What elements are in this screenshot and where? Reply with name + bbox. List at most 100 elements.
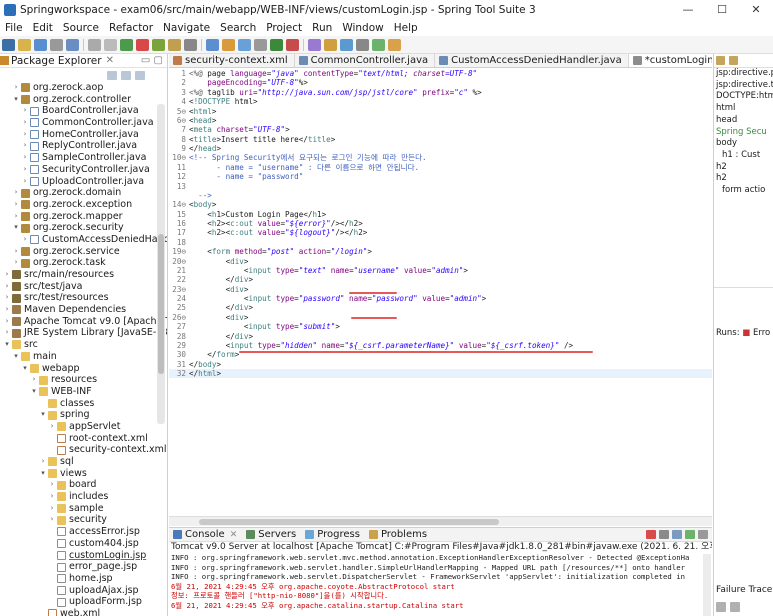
- code-line[interactable]: 4 <!DOCTYPE html>: [169, 97, 712, 106]
- toolbar-button-icon[interactable]: [152, 38, 165, 51]
- expanded-chevron-icon[interactable]: ▾: [3, 339, 11, 351]
- tree-item[interactable]: root-context.xml: [0, 433, 167, 445]
- menu-source[interactable]: Source: [58, 22, 104, 34]
- expanded-chevron-icon[interactable]: ▾: [39, 468, 47, 480]
- code-line[interactable]: 15 <h1>Custom Login Page</h1>: [169, 210, 712, 219]
- collapsed-chevron-icon[interactable]: ›: [48, 491, 56, 503]
- close-icon[interactable]: ✕: [230, 530, 238, 540]
- tree-item[interactable]: › src/main/resources: [0, 269, 167, 281]
- scroll-lock-icon[interactable]: [672, 530, 682, 539]
- code-line[interactable]: 21 <input type="text" name="username" va…: [169, 266, 712, 275]
- tree-item[interactable]: › board: [0, 479, 167, 491]
- code-line[interactable]: 8 <title>Insert title here</title>: [169, 135, 712, 144]
- expanded-chevron-icon[interactable]: ▾: [12, 222, 20, 234]
- outline-item[interactable]: jsp:directive.pa: [714, 68, 773, 80]
- package-explorer-title[interactable]: Package Explorer: [11, 55, 102, 67]
- code-line[interactable]: 10⊖ <!-- Spring Security에서 요구되는 로그인 기능에 따…: [169, 153, 712, 162]
- outline-item[interactable]: DOCTYPE:html: [714, 91, 773, 103]
- toolbar-button-icon[interactable]: [50, 38, 63, 51]
- editor-tab[interactable]: security-context.xml: [169, 54, 295, 67]
- tree-item[interactable]: accessError.jsp: [0, 526, 167, 538]
- collapsed-chevron-icon[interactable]: ›: [21, 140, 29, 152]
- menu-search[interactable]: Search: [215, 22, 261, 34]
- code-line[interactable]: 9 </head>: [169, 144, 712, 153]
- tree-item[interactable]: › org.zerock.domain: [0, 187, 167, 199]
- code-line[interactable]: 7 <meta charset="UTF-8">: [169, 125, 712, 134]
- tree-item[interactable]: › JRE System Library [JavaSE-1.8]: [0, 327, 167, 339]
- outline-item[interactable]: form actio: [714, 185, 773, 197]
- collapsed-chevron-icon[interactable]: ›: [21, 129, 29, 141]
- close-view-icon[interactable]: ✕: [106, 55, 114, 66]
- expanded-chevron-icon[interactable]: ▾: [39, 409, 47, 421]
- maximize-button[interactable]: ☐: [705, 0, 739, 20]
- toolbar-button-icon[interactable]: [206, 38, 219, 51]
- toolbar-button-icon[interactable]: [270, 38, 283, 51]
- tree-item[interactable]: › SecurityController.java: [0, 164, 167, 176]
- collapsed-chevron-icon[interactable]: ›: [3, 304, 11, 316]
- tree-item[interactable]: › UploadController.java: [0, 176, 167, 188]
- tree-item[interactable]: › sql: [0, 456, 167, 468]
- collapsed-chevron-icon[interactable]: ›: [12, 246, 20, 258]
- outline-item[interactable]: jsp:directive.tag: [714, 80, 773, 92]
- tree-item[interactable]: › org.zerock.mapper: [0, 211, 167, 223]
- tree-item[interactable]: custom404.jsp: [0, 538, 167, 550]
- tree-item[interactable]: › src/test/resources: [0, 292, 167, 304]
- tree-item[interactable]: uploadForm.jsp: [0, 596, 167, 608]
- view-controls-icon[interactable]: ▭ ▢: [141, 55, 167, 66]
- remove-launch-icon[interactable]: [659, 530, 669, 539]
- outline-item[interactable]: h1 : Cust: [714, 150, 773, 162]
- toolbar-button-icon[interactable]: [104, 38, 117, 51]
- link-with-editor-icon[interactable]: [121, 70, 131, 80]
- pin-console-icon[interactable]: [685, 530, 695, 539]
- tree-item[interactable]: error_page.jsp: [0, 561, 167, 573]
- code-line[interactable]: 26⊖ <div>: [169, 313, 712, 322]
- tree-item[interactable]: ▾ webapp: [0, 363, 167, 375]
- toolbar-button-icon[interactable]: [340, 38, 353, 51]
- collapsed-chevron-icon[interactable]: ›: [48, 514, 56, 526]
- outline-item[interactable]: body: [714, 138, 773, 150]
- tree-item[interactable]: › org.zerock.exception: [0, 199, 167, 211]
- collapsed-chevron-icon[interactable]: ›: [48, 479, 56, 491]
- collapse-all-icon[interactable]: [107, 70, 117, 80]
- expanded-chevron-icon[interactable]: ▾: [21, 363, 29, 375]
- toolbar-button-icon[interactable]: [222, 38, 235, 51]
- collapsed-chevron-icon[interactable]: ›: [30, 374, 38, 386]
- code-line[interactable]: 6⊖ <head>: [169, 116, 712, 125]
- code-line[interactable]: 12 - name = "password": [169, 172, 712, 181]
- display-console-icon[interactable]: [698, 530, 708, 539]
- code-line[interactable]: 19⊖ <form method="post" action="/login">: [169, 247, 712, 256]
- code-line[interactable]: 31 </body>: [169, 360, 712, 369]
- tree-item[interactable]: › includes: [0, 491, 167, 503]
- tree-item[interactable]: › org.zerock.service: [0, 246, 167, 258]
- collapsed-chevron-icon[interactable]: ›: [3, 269, 11, 281]
- scrollbar-thumb[interactable]: [158, 234, 164, 374]
- tree-item[interactable]: › security: [0, 514, 167, 526]
- outline-item[interactable]: head: [714, 115, 773, 127]
- code-line[interactable]: -->: [169, 191, 712, 200]
- tree-item[interactable]: › ReplyController.java: [0, 140, 167, 152]
- menu-help[interactable]: Help: [389, 22, 423, 34]
- tree-item[interactable]: uploadAjax.jsp: [0, 585, 167, 597]
- collapsed-chevron-icon[interactable]: ›: [48, 421, 56, 433]
- tree-item[interactable]: › CustomAccessDeniedHandler.j: [0, 234, 167, 246]
- collapsed-chevron-icon[interactable]: ›: [21, 176, 29, 188]
- code-line[interactable]: 28 </div>: [169, 332, 712, 341]
- expanded-chevron-icon[interactable]: ▾: [30, 386, 38, 398]
- tree-item[interactable]: › BoardController.java: [0, 105, 167, 117]
- toolbar-button-icon[interactable]: [254, 38, 267, 51]
- tree-item[interactable]: web.xml: [0, 608, 167, 616]
- tab-progress[interactable]: Progress: [301, 529, 365, 540]
- collapsed-chevron-icon[interactable]: ›: [12, 199, 20, 211]
- expanded-chevron-icon[interactable]: ▾: [12, 351, 20, 363]
- tab-problems[interactable]: Problems: [365, 529, 432, 540]
- collapsed-chevron-icon[interactable]: ›: [39, 456, 47, 468]
- collapsed-chevron-icon[interactable]: ›: [12, 257, 20, 269]
- toolbar-button-icon[interactable]: [324, 38, 337, 51]
- editor-tab[interactable]: *customLogin.jsp✕: [628, 54, 712, 67]
- collapsed-chevron-icon[interactable]: ›: [12, 211, 20, 223]
- collapsed-chevron-icon[interactable]: ›: [21, 105, 29, 117]
- menu-window[interactable]: Window: [337, 22, 388, 34]
- toolbar-button-icon[interactable]: [120, 38, 133, 51]
- outline-item[interactable]: h2: [714, 173, 773, 185]
- tree-item[interactable]: › CommonController.java: [0, 117, 167, 129]
